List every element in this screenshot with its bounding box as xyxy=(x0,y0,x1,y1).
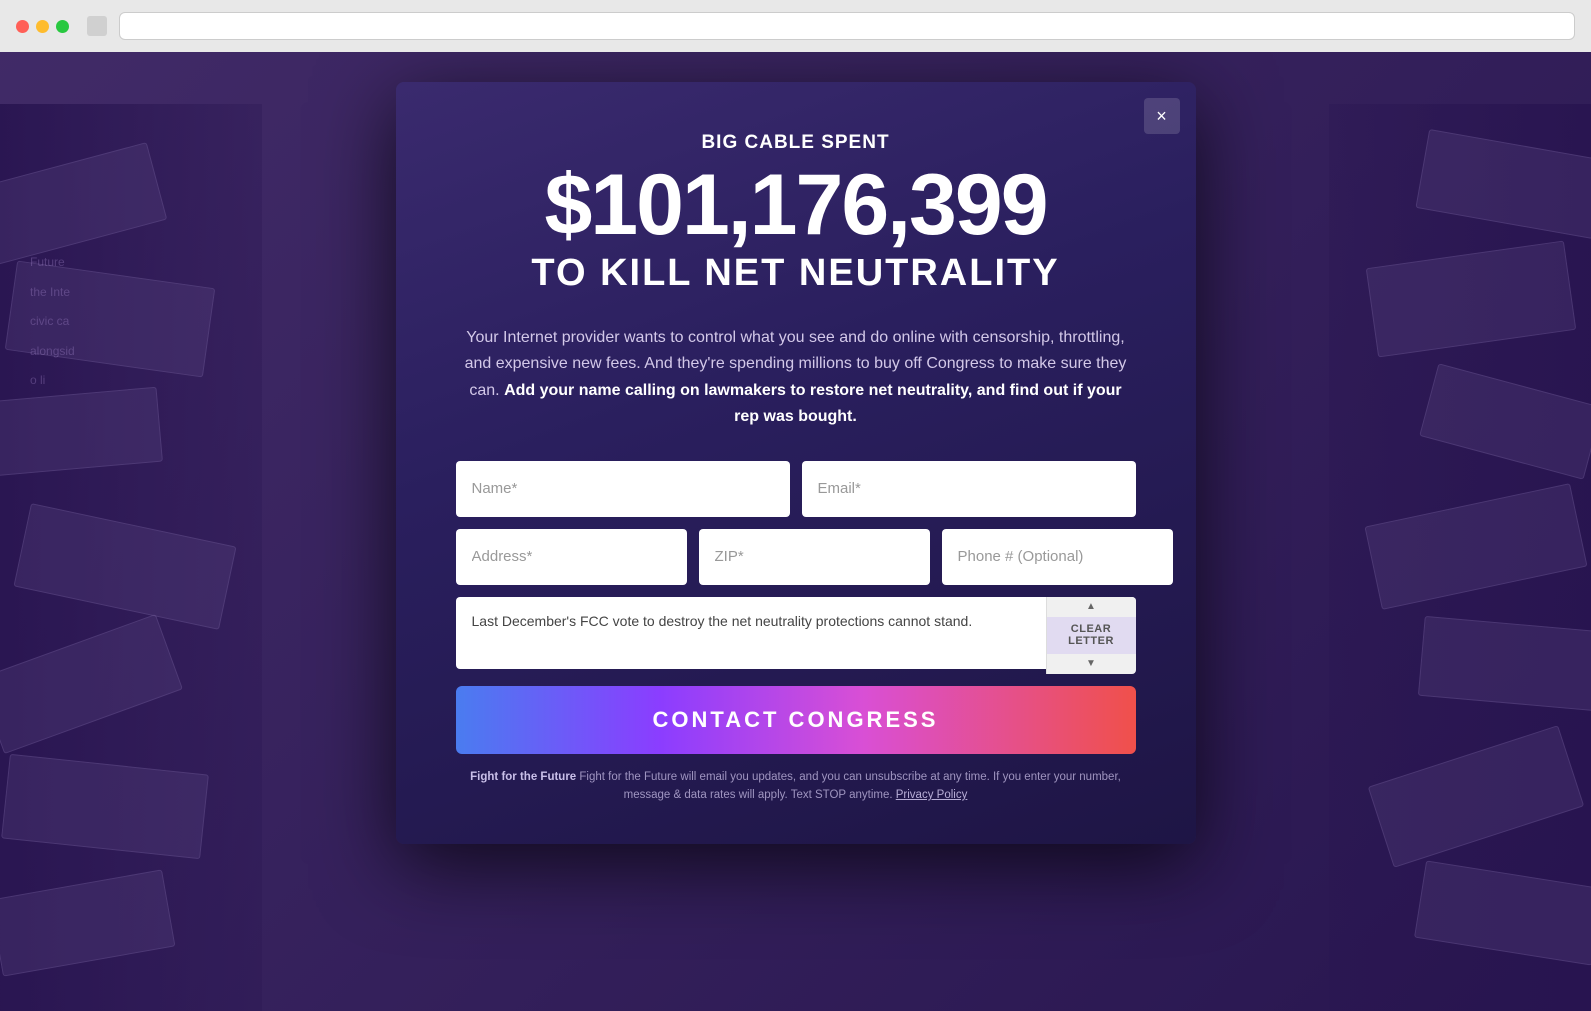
traffic-light-yellow[interactable] xyxy=(36,20,49,33)
clear-letter-button[interactable]: CLEAR LETTER xyxy=(1047,617,1136,654)
letter-row: Last December's FCC vote to destroy the … xyxy=(456,597,1136,674)
description-bold: Add your name calling on lawmakers to re… xyxy=(504,382,1122,425)
letter-textarea[interactable]: Last December's FCC vote to destroy the … xyxy=(456,597,1136,669)
letter-sidebar: ▲ CLEAR LETTER ▼ xyxy=(1046,597,1136,674)
form-row-2 xyxy=(456,529,1136,585)
address-input[interactable] xyxy=(456,529,687,585)
modal-big-number: $101,176,399 xyxy=(456,162,1136,248)
scroll-down-button[interactable]: ▼ xyxy=(1047,654,1136,674)
modal-backdrop: × BIG CABLE SPENT $101,176,399 TO KILL N… xyxy=(0,52,1591,1011)
name-input[interactable] xyxy=(456,461,790,517)
background-overlay: Future the Inte civic ca alongsid o li ×… xyxy=(0,52,1591,1011)
zip-input[interactable] xyxy=(699,529,930,585)
modal-tagline: BIG CABLE SPENT xyxy=(456,132,1136,154)
modal-header: BIG CABLE SPENT $101,176,399 TO KILL NET… xyxy=(456,132,1136,295)
fine-print: Fight for the Future Fight for the Futur… xyxy=(456,768,1136,805)
close-button[interactable]: × xyxy=(1144,98,1180,134)
form-row-1 xyxy=(456,461,1136,517)
modal-subtitle: TO KILL NET NEUTRALITY xyxy=(456,252,1136,295)
privacy-policy-link[interactable]: Privacy Policy xyxy=(896,789,968,801)
traffic-lights xyxy=(16,20,69,33)
modal-dialog: × BIG CABLE SPENT $101,176,399 TO KILL N… xyxy=(396,82,1196,844)
traffic-light-red[interactable] xyxy=(16,20,29,33)
modal-description: Your Internet provider wants to control … xyxy=(456,325,1136,431)
scroll-up-button[interactable]: ▲ xyxy=(1047,597,1136,617)
traffic-light-green[interactable] xyxy=(56,20,69,33)
email-input[interactable] xyxy=(802,461,1136,517)
url-bar[interactable] xyxy=(119,12,1575,40)
fine-print-text-1: Fight for the Future Fight for the Futur… xyxy=(470,771,1121,801)
contact-congress-button[interactable]: CONTACT CONGRESS xyxy=(456,686,1136,754)
phone-input[interactable] xyxy=(942,529,1173,585)
browser-chrome xyxy=(0,0,1591,52)
browser-tab-icon xyxy=(87,16,107,36)
